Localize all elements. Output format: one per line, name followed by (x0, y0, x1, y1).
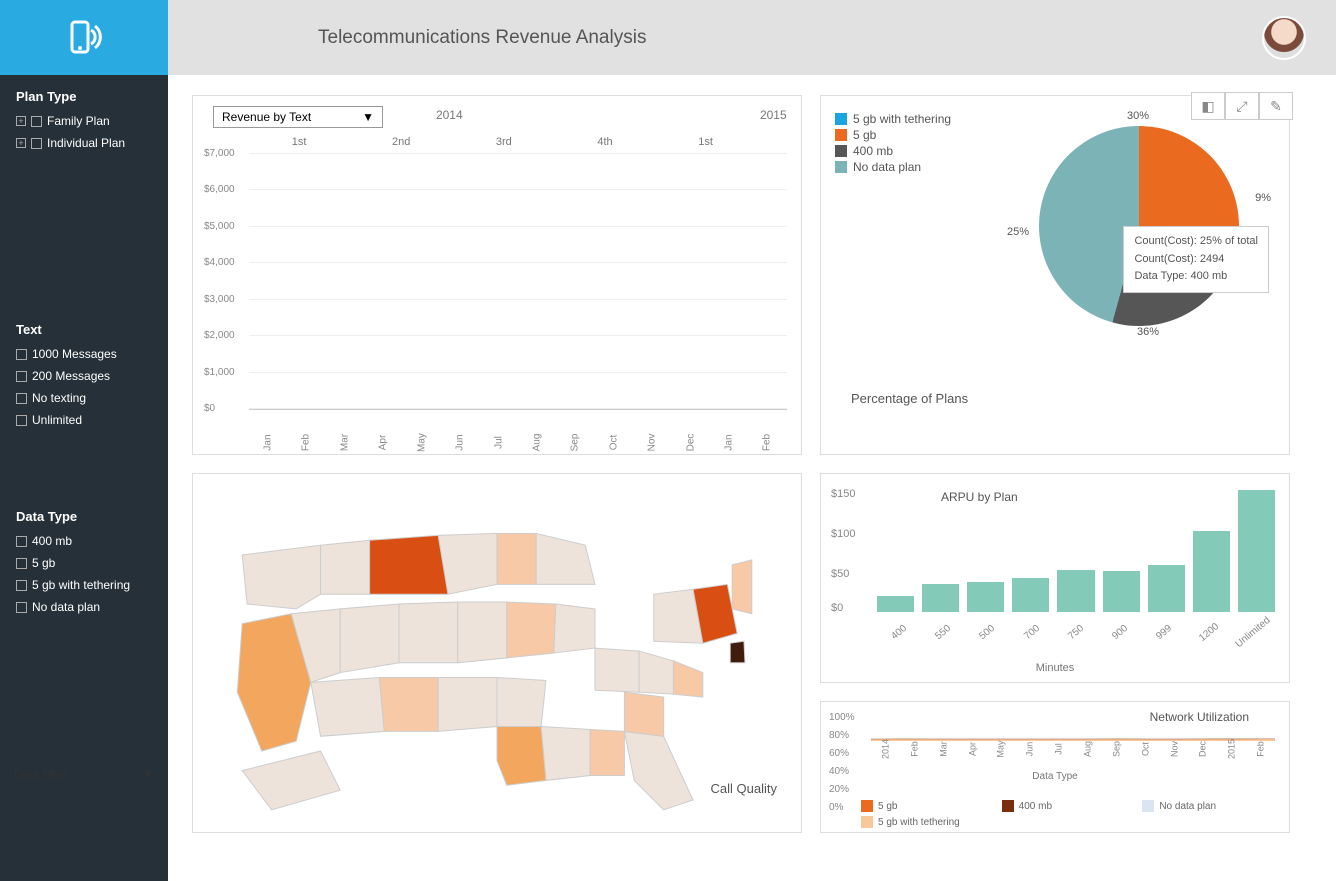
checkbox-icon[interactable] (16, 349, 27, 360)
pie-title: Percentage of Plans (851, 391, 968, 406)
page-title: Telecommunications Revenue Analysis (318, 27, 646, 49)
year-label: 2015 (760, 108, 787, 122)
arpu-panel: ARPU by Plan $150 $100 $50 $0 4005505007… (820, 473, 1290, 683)
header: Telecommunications Revenue Analysis (168, 0, 1336, 75)
logo (0, 0, 168, 75)
pie-tooltip: Count(Cost): 25% of total Count(Cost): 2… (1123, 226, 1269, 293)
checkbox-icon[interactable] (16, 602, 27, 613)
quarter-label: 3rd (496, 136, 512, 148)
pie-slice-label: 30% (1127, 110, 1149, 122)
filter-400mb[interactable]: 400 mb (16, 530, 152, 552)
year-label: 2014 (436, 108, 463, 122)
overview-button[interactable]: ◧ (1191, 92, 1225, 120)
filter-no-data-plan[interactable]: No data plan (16, 596, 152, 618)
edit-button[interactable]: ✎ (1259, 92, 1293, 120)
avatar[interactable] (1262, 16, 1306, 60)
text-filter-title: Text (16, 322, 152, 337)
data-type-filter: Data Type 400 mb 5 gb 5 gb with tetherin… (0, 495, 168, 632)
checkbox-icon[interactable] (16, 558, 27, 569)
filter-individual-plan[interactable]: +Individual Plan (16, 132, 152, 154)
revenue-bar-panel: Revenue by Text▼ 2014 2015 1st 2nd 3rd 4… (192, 95, 802, 455)
data-plan-dropdown[interactable]: Data Plan▼ (14, 767, 154, 781)
checkbox-icon[interactable] (16, 580, 27, 591)
filter-200-messages[interactable]: 200 Messages (16, 365, 152, 387)
pie-slice-label: 36% (1137, 326, 1159, 338)
filter-5gb-tethering[interactable]: 5 gb with tethering (16, 574, 152, 596)
map-panel: Call Quality (192, 473, 802, 833)
filter-1000-messages[interactable]: 1000 Messages (16, 343, 152, 365)
pie-slice-label: 9% (1255, 192, 1271, 204)
checkbox-icon[interactable] (16, 393, 27, 404)
checkbox-icon[interactable] (31, 116, 42, 127)
revenue-bar-chart: $0$1,000$2,000$3,000$4,000$5,000$6,000$7… (249, 154, 787, 410)
filter-5gb[interactable]: 5 gb (16, 552, 152, 574)
plan-type-title: Plan Type (16, 89, 152, 104)
expand-icon[interactable]: + (16, 116, 26, 126)
revenue-x-axis: JanFebMarAprMayJunJulAugSepOctNovDecJanF… (249, 437, 787, 448)
arpu-chart (877, 490, 1275, 612)
panel-toolbar: ◧ ⤢ ✎ (1191, 92, 1293, 120)
network-x-axis: 2014FebMarAprMayJunJulAugSepOctNovDec201… (871, 744, 1275, 754)
network-title: Network Utilization (1150, 710, 1249, 724)
network-panel: Network Utilization 100% 80% 60% 40% 20%… (820, 701, 1290, 833)
filter-unlimited[interactable]: Unlimited (16, 409, 152, 431)
filter-family-plan[interactable]: +Family Plan (16, 110, 152, 132)
map-title: Call Quality (711, 781, 777, 796)
checkbox-icon[interactable] (31, 138, 42, 149)
data-type-title: Data Type (16, 509, 152, 524)
checkbox-icon[interactable] (16, 536, 27, 547)
pie-legend: 5 gb with tethering 5 gb 400 mb No data … (835, 110, 951, 176)
us-map[interactable] (203, 484, 791, 822)
phone-signal-icon (64, 18, 104, 58)
network-x-label: Data Type (821, 771, 1289, 782)
expand-icon[interactable]: + (16, 138, 26, 148)
arpu-x-axis: 4005505007007509009991200Unlimited (877, 627, 1275, 638)
pie-panel: ◧ ⤢ ✎ 5 gb with tethering 5 gb 400 mb No… (820, 95, 1290, 455)
sidebar: Plan Type +Family Plan +Individual Plan … (0, 0, 168, 881)
quarter-label: 4th (597, 136, 612, 148)
fullscreen-button[interactable]: ⤢ (1225, 92, 1259, 120)
plan-type-filter: Plan Type +Family Plan +Individual Plan (0, 75, 168, 168)
arpu-x-label: Minutes (821, 662, 1289, 674)
text-filter: Text 1000 Messages 200 Messages No texti… (0, 308, 168, 445)
quarter-label: 1st (698, 136, 758, 148)
quarter-label: 1st (292, 136, 307, 148)
filter-no-texting[interactable]: No texting (16, 387, 152, 409)
pie-slice-label: 25% (1007, 226, 1029, 238)
checkbox-icon[interactable] (16, 371, 27, 382)
chevron-down-icon: ▼ (142, 767, 154, 781)
network-legend: 5 gb 400 mb No data plan 5 gb with tethe… (861, 800, 1279, 828)
network-chart (871, 728, 1275, 732)
checkbox-icon[interactable] (16, 415, 27, 426)
quarter-label: 2nd (392, 136, 410, 148)
